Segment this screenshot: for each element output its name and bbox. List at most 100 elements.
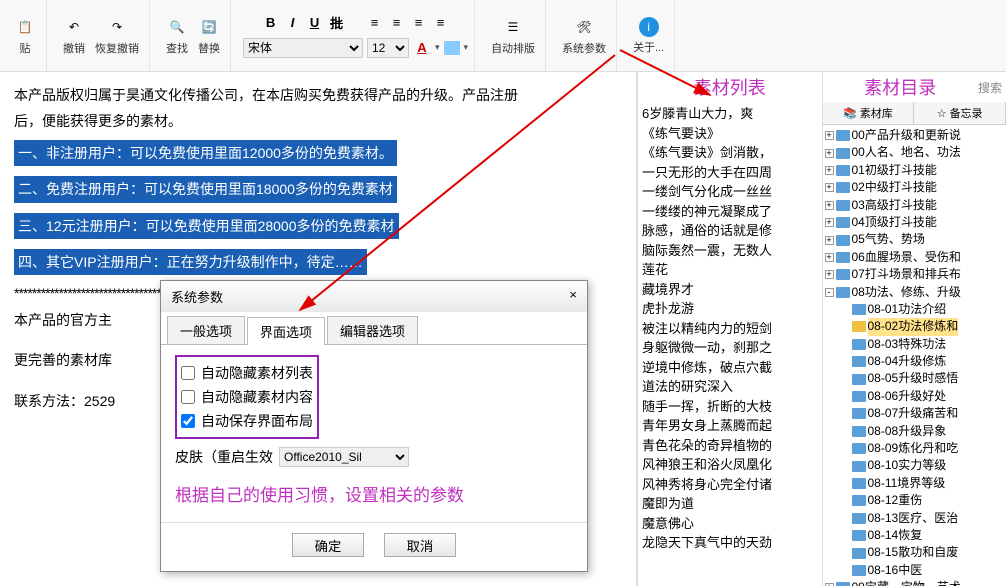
chk-save-layout[interactable] bbox=[181, 414, 195, 428]
folder-icon bbox=[836, 287, 850, 298]
list-item[interactable]: 青色花朵的奇异植物的 bbox=[642, 436, 818, 456]
expand-icon[interactable]: - bbox=[825, 288, 834, 297]
material-tree[interactable]: +00产品升级和更新说+00人名、地名、功法+01初级打斗技能+02中级打斗技能… bbox=[823, 125, 1006, 586]
list-item[interactable]: 青年男女身上蒸腾而起 bbox=[642, 416, 818, 436]
list-item[interactable]: 魔意佛心 bbox=[642, 514, 818, 534]
tree-node[interactable]: 08-15散功和自废 bbox=[825, 544, 1006, 561]
tree-node[interactable]: 08-02功法修炼和 bbox=[825, 318, 1006, 335]
list-item[interactable]: 一缕剑气分化成一丝丝 bbox=[642, 182, 818, 202]
size-select[interactable]: 12 bbox=[367, 38, 409, 58]
tree-node[interactable]: 08-16中医 bbox=[825, 562, 1006, 579]
expand-icon[interactable]: + bbox=[825, 166, 834, 175]
tab-editor[interactable]: 编辑器选项 bbox=[327, 316, 418, 344]
tree-node[interactable]: 08-07升级痛苦和 bbox=[825, 405, 1006, 422]
tab-library[interactable]: 📚素材库 bbox=[823, 102, 915, 124]
cancel-button[interactable]: 取消 bbox=[384, 533, 456, 557]
bold-button[interactable]: B bbox=[262, 14, 280, 32]
chk-hide-content[interactable] bbox=[181, 390, 195, 404]
tab-memo[interactable]: ☆备忘录 bbox=[914, 102, 1006, 124]
tab-ui[interactable]: 界面选项 bbox=[247, 317, 325, 345]
tree-label: 08-12重伤 bbox=[868, 492, 923, 509]
expand-icon[interactable]: + bbox=[825, 236, 834, 245]
tree-node[interactable]: -08功法、修练、升级 bbox=[825, 284, 1006, 301]
underline-button[interactable]: U bbox=[306, 14, 324, 32]
align-center-button[interactable]: ≡ bbox=[388, 14, 406, 32]
tree-node[interactable]: +04顶级打斗技能 bbox=[825, 214, 1006, 231]
chk-hide-list[interactable] bbox=[181, 366, 195, 380]
italic-button[interactable]: I bbox=[284, 14, 302, 32]
tab-general[interactable]: 一般选项 bbox=[167, 316, 245, 344]
align-right-button[interactable]: ≡ bbox=[410, 14, 428, 32]
tree-node[interactable]: 08-01功法介绍 bbox=[825, 301, 1006, 318]
list-item[interactable]: 一缕缕的神元凝聚成了 bbox=[642, 202, 818, 222]
align-justify-button[interactable]: ≡ bbox=[432, 14, 450, 32]
list-item[interactable]: 风神狼王和浴火凤凰化 bbox=[642, 455, 818, 475]
redo-button[interactable]: ↷ 恢复撤销 bbox=[91, 14, 143, 58]
list-item[interactable]: 风神秀将身心完全付诸 bbox=[642, 475, 818, 495]
list-item[interactable]: 逆境中修炼，破点穴截 bbox=[642, 358, 818, 378]
expand-icon[interactable]: + bbox=[825, 218, 834, 227]
list-item[interactable]: 莲花 bbox=[642, 260, 818, 280]
tree-node[interactable]: 08-12重伤 bbox=[825, 492, 1006, 509]
about-button[interactable]: i 关于... bbox=[629, 15, 668, 57]
font-select[interactable]: 宋体 bbox=[243, 38, 363, 58]
tree-node[interactable]: +06血腥场景、受伤和 bbox=[825, 249, 1006, 266]
tree-node[interactable]: 08-06升级好处 bbox=[825, 388, 1006, 405]
tree-node[interactable]: +01初级打斗技能 bbox=[825, 162, 1006, 179]
list-item[interactable]: 身躯微微一动，刹那之 bbox=[642, 338, 818, 358]
expand-icon[interactable]: + bbox=[825, 270, 834, 279]
expand-icon[interactable]: + bbox=[825, 201, 834, 210]
system-params-button[interactable]: 🛠 系统参数 bbox=[558, 14, 610, 58]
find-button[interactable]: 🔍 查找 bbox=[162, 14, 192, 58]
tree-node[interactable]: +00人名、地名、功法 bbox=[825, 144, 1006, 161]
folder-icon bbox=[852, 408, 866, 419]
tree-node[interactable]: +02中级打斗技能 bbox=[825, 179, 1006, 196]
skin-select[interactable]: Office2010_Sil bbox=[279, 447, 409, 467]
list-item[interactable]: 6岁滕青山大力，爽 bbox=[642, 104, 818, 124]
tree-node[interactable]: +09宝藏、宝物、艺术 bbox=[825, 579, 1006, 586]
expand-icon[interactable]: + bbox=[825, 253, 834, 262]
list-item[interactable]: 脑际轰然一震，无数人 bbox=[642, 241, 818, 261]
material-list[interactable]: 6岁滕青山大力，爽《练气要诀》《练气要诀》剑消散，一只无形的大手在四周一缕剑气分… bbox=[638, 102, 822, 586]
list-item[interactable]: 虎扑龙游 bbox=[642, 299, 818, 319]
search-hint[interactable]: 搜索 bbox=[978, 79, 1006, 96]
list-item[interactable]: 一只无形的大手在四周 bbox=[642, 163, 818, 183]
folder-icon bbox=[852, 530, 866, 541]
strike-button[interactable]: 批 bbox=[328, 14, 346, 32]
tree-node[interactable]: 08-09炼化丹和吃 bbox=[825, 440, 1006, 457]
tree-node[interactable]: 08-14恢复 bbox=[825, 527, 1006, 544]
list-item[interactable]: 《练气要诀》 bbox=[642, 124, 818, 144]
tree-node[interactable]: +07打斗场景和排兵布 bbox=[825, 266, 1006, 283]
paste-button[interactable]: 📋 贴 bbox=[10, 14, 40, 58]
list-item[interactable]: 藏境界才 bbox=[642, 280, 818, 300]
font-color-button[interactable]: A bbox=[413, 39, 431, 57]
tree-node[interactable]: 08-11境界等级 bbox=[825, 475, 1006, 492]
list-item[interactable]: 魔即为道 bbox=[642, 494, 818, 514]
list-item[interactable]: 被注以精纯内力的短剑 bbox=[642, 319, 818, 339]
tree-node[interactable]: 08-10实力等级 bbox=[825, 457, 1006, 474]
tree-node[interactable]: 08-13医疗、医治 bbox=[825, 510, 1006, 527]
tree-node[interactable]: 08-04升级修炼 bbox=[825, 353, 1006, 370]
undo-button[interactable]: ↶ 撤销 bbox=[59, 14, 89, 58]
tree-node[interactable]: 08-05升级时感悟 bbox=[825, 370, 1006, 387]
expand-icon[interactable]: + bbox=[825, 131, 834, 140]
ok-button[interactable]: 确定 bbox=[292, 533, 364, 557]
expand-icon[interactable]: + bbox=[825, 149, 834, 158]
auto-layout-button[interactable]: ☰ 自动排版 bbox=[487, 14, 539, 58]
tree-node[interactable]: 08-03特殊功法 bbox=[825, 336, 1006, 353]
replace-button[interactable]: 🔄 替换 bbox=[194, 14, 224, 58]
list-item[interactable]: 随手一挥，折断的大枝 bbox=[642, 397, 818, 417]
tree-node[interactable]: +05气势、势场 bbox=[825, 231, 1006, 248]
expand-icon[interactable]: + bbox=[825, 183, 834, 192]
list-item[interactable]: 龙隐天下真气中的天劲 bbox=[642, 533, 818, 553]
list-item[interactable]: 道法的研究深入 bbox=[642, 377, 818, 397]
list-item[interactable]: 《练气要诀》剑消散， bbox=[642, 143, 818, 163]
tree-node[interactable]: +00产品升级和更新说 bbox=[825, 127, 1006, 144]
close-icon[interactable]: × bbox=[569, 287, 577, 306]
list-item[interactable]: 脉感，通俗的话就是修 bbox=[642, 221, 818, 241]
tree-node[interactable]: +03高级打斗技能 bbox=[825, 197, 1006, 214]
highlight-button[interactable] bbox=[444, 41, 460, 55]
highlighted-line: 一、非注册用户：可以免费使用里面12000多份的免费素材。 bbox=[14, 140, 397, 166]
tree-node[interactable]: 08-08升级异象 bbox=[825, 423, 1006, 440]
align-left-button[interactable]: ≡ bbox=[366, 14, 384, 32]
